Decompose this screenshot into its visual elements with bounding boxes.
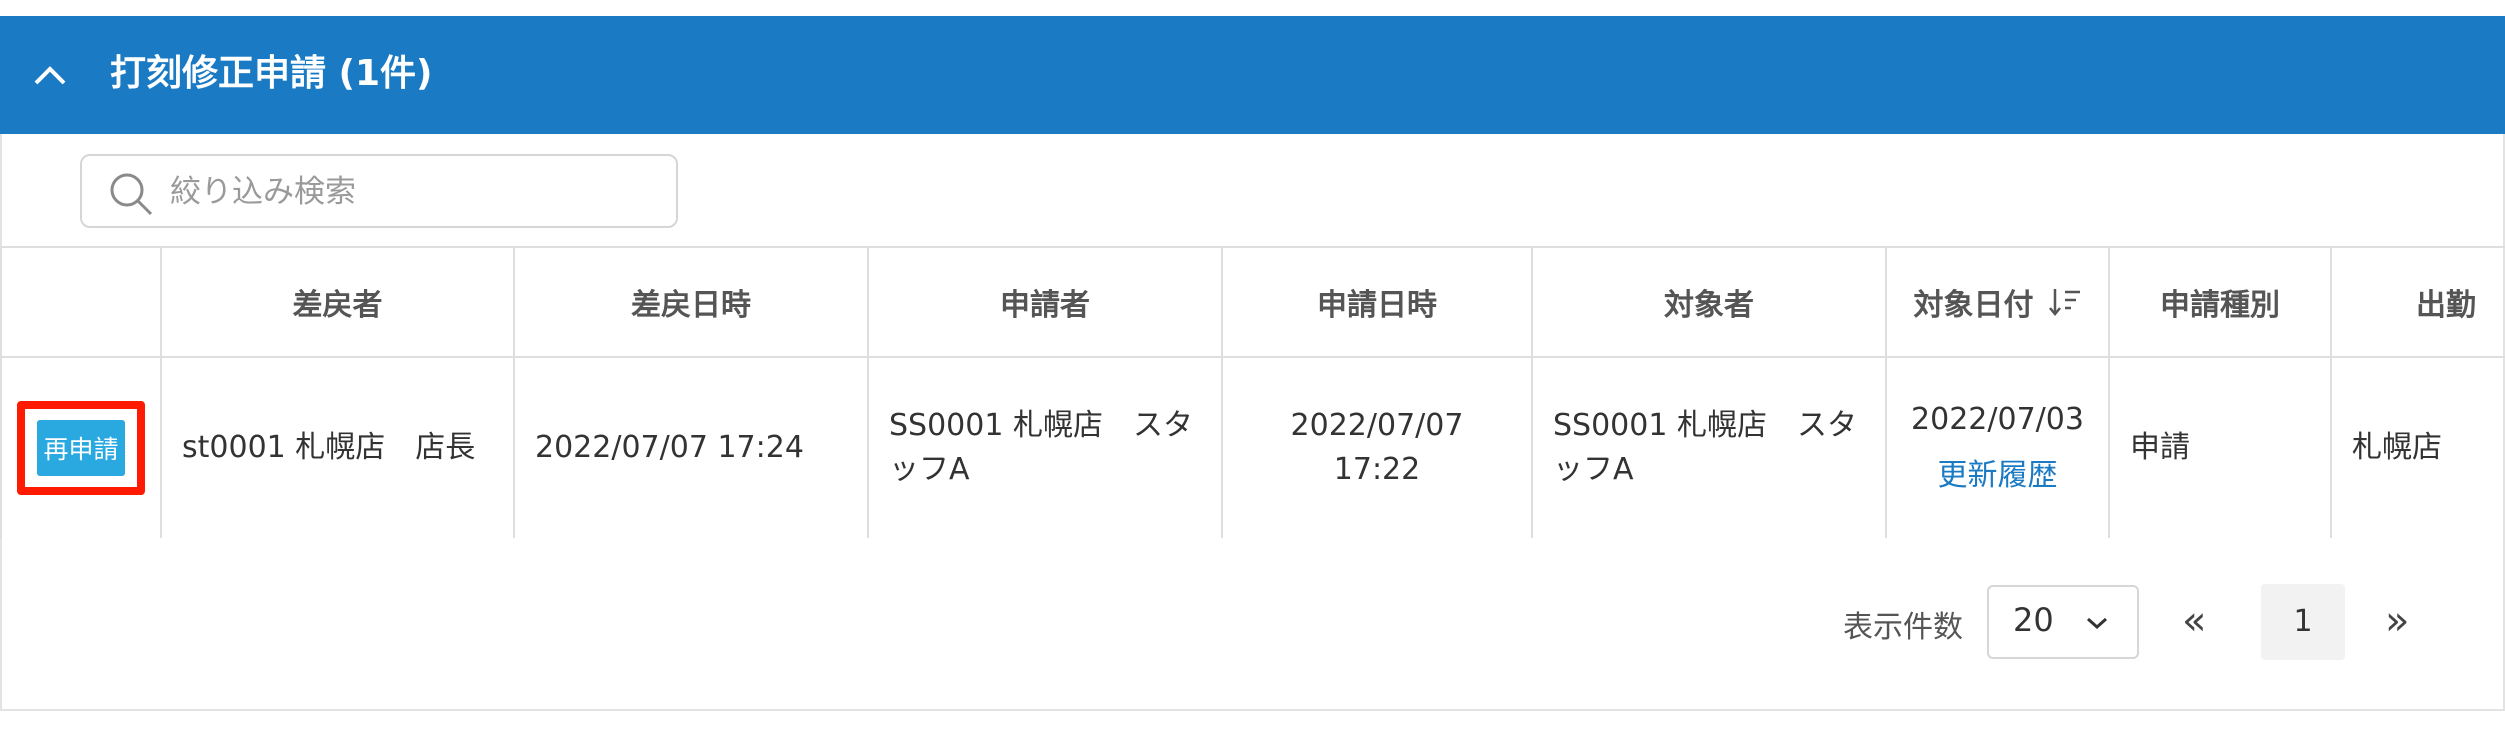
returned-at-cell: 2022/07/07 17:24 bbox=[513, 356, 869, 538]
column-header-applicant: 申請者 bbox=[867, 246, 1223, 358]
request-type-cell: 申請 bbox=[2108, 356, 2332, 538]
search-icon bbox=[110, 173, 153, 216]
column-header-returned-at: 差戻日時 bbox=[513, 246, 869, 358]
sort-icon[interactable] bbox=[2048, 287, 2082, 317]
column-header-applied-at: 申請日時 bbox=[1221, 246, 1533, 358]
chevron-down-icon bbox=[2087, 617, 2107, 630]
applied-at-cell: 2022/07/07 17:22 bbox=[1221, 356, 1533, 538]
section-title: 打刻修正申請 (1件) bbox=[110, 53, 433, 94]
search-input[interactable] bbox=[168, 168, 652, 216]
column-header-returned-by: 差戻者 bbox=[160, 246, 515, 358]
resubmit-button[interactable]: 再申請 bbox=[37, 420, 125, 476]
returned-by-cell: st0001 札幌店 店長 bbox=[160, 356, 515, 538]
column-header-action bbox=[0, 246, 162, 358]
table-header-row: 差戻者 差戻日時 申請者 申請日時 対象者 対象日付 申請種別 出勤 bbox=[0, 246, 2505, 358]
target-date-cell: 2022/07/03 更新履歴 bbox=[1885, 356, 2110, 538]
column-header-target-date-label: 対象日付 bbox=[1913, 288, 2034, 323]
page-size-value: 20 bbox=[2013, 601, 2054, 639]
applicant-cell: SS0001 札幌店 スタッフA bbox=[867, 356, 1223, 538]
prev-page-button[interactable]: « bbox=[2182, 598, 2206, 644]
chevron-up-icon[interactable] bbox=[30, 56, 70, 96]
column-header-target-date[interactable]: 対象日付 bbox=[1885, 246, 2110, 358]
data-table: 差戻者 差戻日時 申請者 申請日時 対象者 対象日付 申請種別 出勤 再申請 s… bbox=[0, 246, 2505, 538]
data-table-container[interactable]: 差戻者 差戻日時 申請者 申請日時 対象者 対象日付 申請種別 出勤 再申請 s… bbox=[0, 246, 2505, 538]
next-page-button[interactable]: » bbox=[2385, 598, 2409, 644]
section-header[interactable]: 打刻修正申請 (1件) bbox=[0, 16, 2505, 134]
highlight-box: 再申請 bbox=[17, 401, 145, 495]
page-size-select[interactable]: 20 bbox=[1987, 585, 2139, 659]
target-date-value: 2022/07/03 bbox=[1911, 402, 2084, 437]
table-row: 再申請 st0001 札幌店 店長 2022/07/07 17:24 SS000… bbox=[0, 356, 2505, 538]
column-header-work-location: 出勤 bbox=[2330, 246, 2505, 358]
update-history-link[interactable]: 更新履歴 bbox=[1907, 454, 2088, 498]
column-header-target-person: 対象者 bbox=[1531, 246, 1887, 358]
page-size-label: 表示件数 bbox=[1843, 610, 1963, 645]
action-cell: 再申請 bbox=[0, 356, 162, 538]
search-box[interactable] bbox=[80, 154, 678, 228]
work-location-cell: 札幌店 bbox=[2330, 356, 2505, 538]
current-page-button[interactable]: 1 bbox=[2261, 584, 2345, 660]
column-header-request-type: 申請種別 bbox=[2108, 246, 2332, 358]
target-person-cell: SS0001 札幌店 スタッフA bbox=[1531, 356, 1887, 538]
